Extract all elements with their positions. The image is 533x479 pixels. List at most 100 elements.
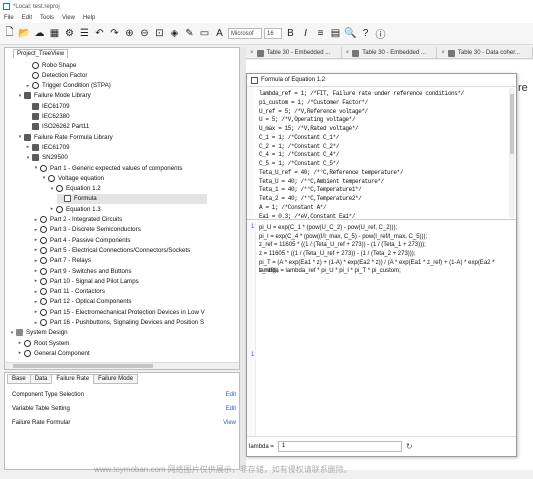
dialog-title-bar[interactable]: Formula of Equation 1.2 — [247, 74, 516, 87]
tree-item[interactable]: ▸ Root System — [17, 338, 69, 348]
collapse-icon[interactable]: ▾ — [49, 186, 55, 192]
redo-icon[interactable]: ↷ — [108, 27, 121, 40]
expand-icon[interactable]: ▸ — [49, 206, 55, 212]
tree-item[interactable]: ▾ Failure Rate Formula Library — [17, 132, 113, 142]
tree-item[interactable]: IEC62380 — [25, 112, 70, 122]
tree-item[interactable]: ▾ System Design — [9, 328, 68, 338]
tree-item[interactable]: ▸ Part 3 - Discrete Semiconductors — [33, 225, 141, 235]
collapse-icon[interactable]: ▾ — [9, 330, 15, 336]
collapse-icon[interactable]: ▾ — [41, 175, 47, 181]
tree-item[interactable]: ▸ Part 2 - Integrated Circuits — [33, 215, 122, 225]
editor-tab[interactable]: × Table 30 - Data coher... — [437, 47, 533, 59]
tree-item[interactable]: Formula — [57, 193, 207, 204]
tree-item[interactable]: ISO26262 Part11 — [25, 122, 89, 132]
tree-item[interactable]: ▸ Part 10 - Signal and Pilot Lamps — [33, 276, 139, 286]
tab-data[interactable]: Data — [29, 374, 53, 384]
tree-item[interactable]: ▾ Failure Mode Library — [17, 91, 91, 101]
expand-icon[interactable]: ▸ — [33, 217, 39, 223]
tree-item[interactable]: ▸ Part 11 - Contactors — [33, 287, 105, 297]
menu-edit[interactable]: Edit — [22, 15, 32, 21]
collapse-icon[interactable]: ▾ — [17, 93, 23, 99]
tree-item[interactable]: ▸ Part 5 - Electrical Connections/Connect… — [33, 245, 190, 255]
collapse-icon[interactable]: ▾ — [17, 134, 23, 140]
expand-icon[interactable]: ▸ — [33, 247, 39, 253]
expand-icon[interactable]: ▸ — [33, 299, 39, 305]
close-icon[interactable]: × — [346, 50, 350, 56]
tree-item[interactable]: ▾ Part 1 - Generic expected values of com… — [33, 163, 182, 173]
tree-item[interactable]: ▾ Equation 1.2 — [49, 184, 101, 194]
menu-file[interactable]: File — [4, 15, 14, 21]
expand-icon[interactable]: ▸ — [25, 83, 31, 89]
edit-link[interactable]: Edit — [226, 392, 236, 402]
editor-tab[interactable]: × Table 30 - Embedded ... — [246, 47, 342, 59]
pen-icon[interactable]: ✎ — [183, 27, 196, 40]
undo-icon[interactable]: ↶ — [93, 27, 106, 40]
tree-item[interactable]: ▸ Trigger Condition (STPA) — [25, 81, 111, 91]
expand-icon[interactable]: ▸ — [33, 227, 39, 233]
tree-item[interactable]: Detection Factor — [25, 70, 87, 80]
bold-icon[interactable]: B — [284, 27, 297, 40]
tree-item[interactable]: ▸ Part 4 - Passive Components — [33, 235, 130, 245]
fill-icon[interactable]: ◈ — [168, 27, 181, 40]
new-file-icon[interactable]: 🗋 — [3, 27, 16, 40]
menu-tools[interactable]: Tools — [40, 15, 54, 21]
expand-icon[interactable]: ▸ — [17, 340, 23, 346]
editor-tab[interactable]: × Table 30 - Embedded ... — [342, 47, 438, 59]
tab-project-treeview[interactable]: Project_TreeView — [13, 49, 69, 58]
tree-item[interactable]: ▸ Equation 1.3 — [49, 204, 101, 214]
info-icon[interactable]: ⓘ — [374, 27, 387, 41]
expand-icon[interactable]: ▸ — [33, 237, 39, 243]
close-icon[interactable]: × — [441, 50, 445, 56]
formula-editor[interactable]: 1 1 pi_U = exp(C_1 * (pow(U_C_2) - pow(U… — [247, 222, 516, 436]
table-icon[interactable]: ▤ — [329, 27, 342, 40]
tree-item[interactable]: ▾ Voltage equation — [41, 173, 104, 183]
help-icon[interactable]: ? — [359, 27, 372, 40]
tree-item[interactable]: Robo Shape — [25, 60, 76, 70]
tree-item[interactable]: IEC61709 — [25, 101, 70, 111]
close-icon[interactable]: × — [250, 50, 254, 56]
tree-item[interactable]: ▸ Part 16 - Pushbuttons, Signaling Device… — [33, 318, 204, 328]
expand-icon[interactable]: ▸ — [33, 258, 39, 264]
expand-icon[interactable]: ▸ — [33, 278, 39, 284]
edit-link[interactable]: Edit — [226, 406, 236, 416]
expand-icon[interactable]: ▸ — [33, 268, 39, 274]
variables-editor[interactable]: lambda_ref = 1; /*FIT, Failure rate unde… — [247, 88, 516, 220]
expand-icon[interactable]: ▸ — [17, 350, 23, 356]
zoom-in-icon[interactable]: ⊕ — [123, 27, 136, 40]
grid-icon[interactable]: ▦ — [48, 27, 61, 40]
settings-icon[interactable]: ⚙ — [63, 27, 76, 40]
tree-item[interactable]: ▸ Part 7 - Relays — [33, 256, 91, 266]
expand-icon[interactable]: ▸ — [33, 289, 39, 295]
tree-item[interactable]: ▸ Part 15 - Electromechanical Protection … — [33, 307, 205, 317]
result-field[interactable]: 1 — [277, 441, 402, 452]
refresh-icon[interactable]: ↻ — [406, 442, 413, 451]
italic-icon[interactable]: I — [299, 27, 312, 40]
view-link[interactable]: View — [223, 420, 236, 430]
list-icon[interactable]: ☰ — [78, 27, 91, 40]
expand-icon[interactable]: ▸ — [33, 320, 39, 326]
tree-item[interactable]: ▾ SN29500 — [25, 153, 68, 163]
tree-item[interactable]: ▸ Part 12 - Optical Components — [33, 297, 132, 307]
shape-icon[interactable]: ▭ — [198, 27, 211, 40]
tree-item[interactable]: ▸ Part 9 - Switches and Buttons — [33, 266, 132, 276]
font-size-select[interactable]: 16 — [264, 28, 282, 39]
tab-failure-mode[interactable]: Failure Mode — [93, 374, 139, 384]
fit-icon[interactable]: ⊡ — [153, 27, 166, 40]
expand-icon[interactable]: ▸ — [33, 309, 39, 315]
font-color-icon[interactable]: A — [213, 27, 226, 40]
open-folder-icon[interactable]: 📂 — [18, 27, 31, 40]
cloud-icon[interactable]: ☁ — [33, 27, 46, 40]
variables-scrollbar[interactable] — [509, 88, 515, 218]
menu-help[interactable]: Help — [83, 15, 95, 21]
search-icon[interactable]: 🔍 — [344, 27, 357, 40]
tree-item[interactable]: ▸ General Component — [17, 348, 90, 358]
expand-icon[interactable]: ▸ — [25, 144, 31, 150]
align-icon[interactable]: ≡ — [314, 27, 327, 40]
collapse-icon[interactable]: ▾ — [33, 165, 39, 171]
tab-failure-rate[interactable]: Failure Rate — [51, 374, 95, 384]
collapse-icon[interactable]: ▾ — [25, 155, 31, 161]
tree-item[interactable]: ▸ IEC61709 — [25, 142, 70, 152]
menu-view[interactable]: View — [62, 15, 75, 21]
zoom-out-icon[interactable]: ⊖ — [138, 27, 151, 40]
font-family-select[interactable]: Microsof — [228, 28, 262, 39]
